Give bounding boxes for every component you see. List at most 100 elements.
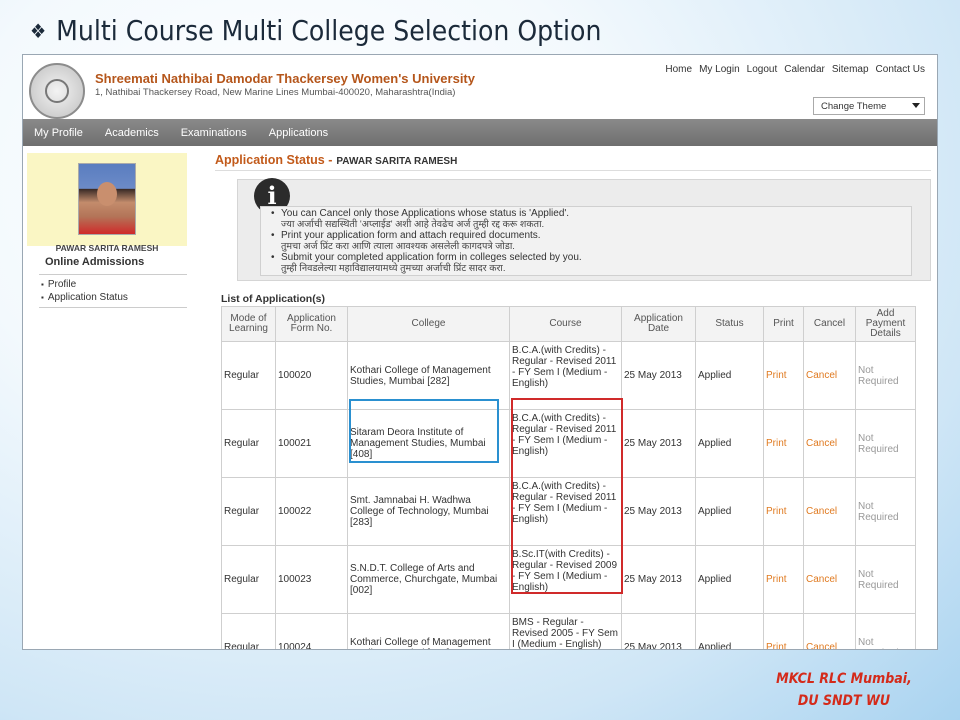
header-cancel: Cancel bbox=[803, 306, 856, 342]
info-panel: i You can Cancel only those Applications… bbox=[237, 178, 931, 281]
cell-form-no: 100020 bbox=[275, 341, 348, 410]
cell-college: Kothari College of Management Studies, M… bbox=[347, 613, 510, 649]
print-link[interactable]: Print bbox=[763, 341, 804, 410]
main-content: Application Status - PAWAR SARITA RAMESH … bbox=[215, 153, 931, 649]
cell-date: 25 May 2013 bbox=[621, 613, 696, 649]
page-title-student: PAWAR SARITA RAMESH bbox=[336, 156, 458, 167]
cell-college: Sitaram Deora Institute of Management St… bbox=[347, 409, 510, 478]
instruction-hi: तुम्ही निवडलेल्या महाविद्यालयामध्ये तुमच… bbox=[281, 263, 506, 274]
cancel-link[interactable]: Cancel bbox=[803, 341, 856, 410]
site-header: Shreemati Nathibai Damodar Thackersey Wo… bbox=[23, 55, 937, 119]
cell-college: S.N.D.T. College of Arts and Commerce, C… bbox=[347, 545, 510, 614]
footer-credit: MKCL RLC Mumbai, DU SNDT WU bbox=[744, 668, 944, 712]
cell-status: Applied bbox=[695, 477, 764, 546]
top-links: Home My Login Logout Calendar Sitemap Co… bbox=[665, 64, 925, 75]
cell-form-no: 100023 bbox=[275, 545, 348, 614]
cell-college: Kothari College of Management Studies, M… bbox=[347, 341, 510, 410]
home-link[interactable]: Home bbox=[665, 64, 692, 75]
cell-status: Applied bbox=[695, 409, 764, 478]
nav-applications[interactable]: Applications bbox=[258, 127, 339, 139]
sidebar-item-profile[interactable]: ▪ Profile bbox=[41, 279, 213, 290]
instruction-item: Print your application form and attach r… bbox=[271, 230, 911, 252]
cancel-link[interactable]: Cancel bbox=[803, 409, 856, 478]
table-row: Regular 100020 Kothari College of Manage… bbox=[221, 341, 916, 410]
sidebar-divider bbox=[39, 307, 187, 308]
header-college: College bbox=[347, 306, 510, 342]
theme-select-value: Change Theme bbox=[821, 100, 887, 112]
cell-payment: Not Required bbox=[855, 545, 916, 614]
footer-line-2: DU SNDT WU bbox=[797, 693, 891, 709]
change-theme-select[interactable]: Change Theme bbox=[813, 97, 925, 115]
nav-my-profile[interactable]: My Profile bbox=[23, 127, 94, 139]
bullet-icon: ▪ bbox=[41, 280, 44, 289]
cell-payment: Not Required bbox=[855, 409, 916, 478]
my-login-link[interactable]: My Login bbox=[699, 64, 740, 75]
sitemap-link[interactable]: Sitemap bbox=[832, 64, 869, 75]
table-row: Regular 100023 S.N.D.T. College of Arts … bbox=[221, 545, 916, 614]
table-row: Regular 100022 Smt. Jamnabai H. Wadhwa C… bbox=[221, 477, 916, 546]
header-print: Print bbox=[763, 306, 804, 342]
print-link[interactable]: Print bbox=[763, 477, 804, 546]
page-title: Application Status - PAWAR SARITA RAMESH bbox=[215, 153, 457, 167]
sidebar-item-label: Application Status bbox=[47, 292, 128, 303]
student-name: PAWAR SARITA RAMESH bbox=[55, 243, 159, 253]
header-payment: Add Payment Details bbox=[855, 306, 916, 342]
contact-us-link[interactable]: Contact Us bbox=[876, 64, 925, 75]
cell-college: Smt. Jamnabai H. Wadhwa College of Techn… bbox=[347, 477, 510, 546]
header-form-no: Application Form No. bbox=[275, 306, 348, 342]
table-row: Regular 100021 Sitaram Deora Institute o… bbox=[221, 409, 916, 478]
cell-status: Applied bbox=[695, 613, 764, 649]
browser-screenshot: Shreemati Nathibai Damodar Thackersey Wo… bbox=[22, 54, 938, 650]
instruction-en: Submit your completed application form i… bbox=[281, 252, 582, 263]
header-status: Status bbox=[695, 306, 764, 342]
nav-examinations[interactable]: Examinations bbox=[170, 127, 258, 139]
instruction-hi: ज्या अर्जाची सद्यस्थिती 'अप्लाईड' अशी आह… bbox=[281, 219, 545, 230]
nav-academics[interactable]: Academics bbox=[94, 127, 170, 139]
cancel-link[interactable]: Cancel bbox=[803, 613, 856, 649]
cell-mode: Regular bbox=[221, 477, 276, 546]
header-course: Course bbox=[509, 306, 622, 342]
cell-date: 25 May 2013 bbox=[621, 341, 696, 410]
online-admissions-heading: Online Admissions bbox=[45, 256, 145, 268]
cell-status: Applied bbox=[695, 545, 764, 614]
instruction-item: Submit your completed application form i… bbox=[271, 252, 911, 274]
cell-form-no: 100024 bbox=[275, 613, 348, 649]
cancel-link[interactable]: Cancel bbox=[803, 545, 856, 614]
print-link[interactable]: Print bbox=[763, 613, 804, 649]
cell-mode: Regular bbox=[221, 409, 276, 478]
print-link[interactable]: Print bbox=[763, 409, 804, 478]
profile-card: PAWAR SARITA RAMESH bbox=[27, 153, 187, 253]
instruction-en: Print your application form and attach r… bbox=[281, 230, 541, 241]
applications-table: Mode of Learning Application Form No. Co… bbox=[221, 306, 916, 649]
sidebar-item-label: Profile bbox=[47, 279, 77, 290]
instruction-en: You can Cancel only those Applications w… bbox=[281, 208, 570, 219]
sidebar-item-application-status[interactable]: ▪ Application Status bbox=[41, 292, 213, 303]
cell-payment: Not Required bbox=[855, 341, 916, 410]
cell-date: 25 May 2013 bbox=[621, 477, 696, 546]
calendar-link[interactable]: Calendar bbox=[784, 64, 825, 75]
print-link[interactable]: Print bbox=[763, 545, 804, 614]
list-title: List of Application(s) bbox=[221, 293, 326, 305]
cell-payment: Not Required bbox=[855, 613, 916, 649]
cell-date: 25 May 2013 bbox=[621, 545, 696, 614]
cell-mode: Regular bbox=[221, 613, 276, 649]
cancel-link[interactable]: Cancel bbox=[803, 477, 856, 546]
bullet-icon: ▪ bbox=[41, 293, 44, 302]
page-title-text: Application Status - bbox=[215, 153, 333, 167]
chevron-down-icon bbox=[912, 103, 920, 108]
cell-payment: Not Required bbox=[855, 477, 916, 546]
university-logo-icon bbox=[29, 63, 85, 119]
cell-course: B.C.A.(with Credits) - Regular - Revised… bbox=[509, 477, 622, 546]
header-date: Application Date bbox=[621, 306, 696, 342]
main-nav: My Profile Academics Examinations Applic… bbox=[23, 119, 937, 146]
instructions-box: You can Cancel only those Applications w… bbox=[260, 206, 912, 276]
title-divider bbox=[215, 170, 931, 171]
table-row: Regular 100024 Kothari College of Manage… bbox=[221, 613, 916, 649]
sidebar-divider bbox=[39, 274, 187, 275]
cell-course: B.Sc.IT(with Credits) - Regular - Revise… bbox=[509, 545, 622, 614]
cell-form-no: 100022 bbox=[275, 477, 348, 546]
cell-course: B.C.A.(with Credits) - Regular - Revised… bbox=[509, 341, 622, 410]
university-address: 1, Nathibai Thackersey Road, New Marine … bbox=[95, 87, 456, 98]
cell-course: B.C.A.(with Credits) - Regular - Revised… bbox=[509, 409, 622, 478]
logout-link[interactable]: Logout bbox=[747, 64, 778, 75]
